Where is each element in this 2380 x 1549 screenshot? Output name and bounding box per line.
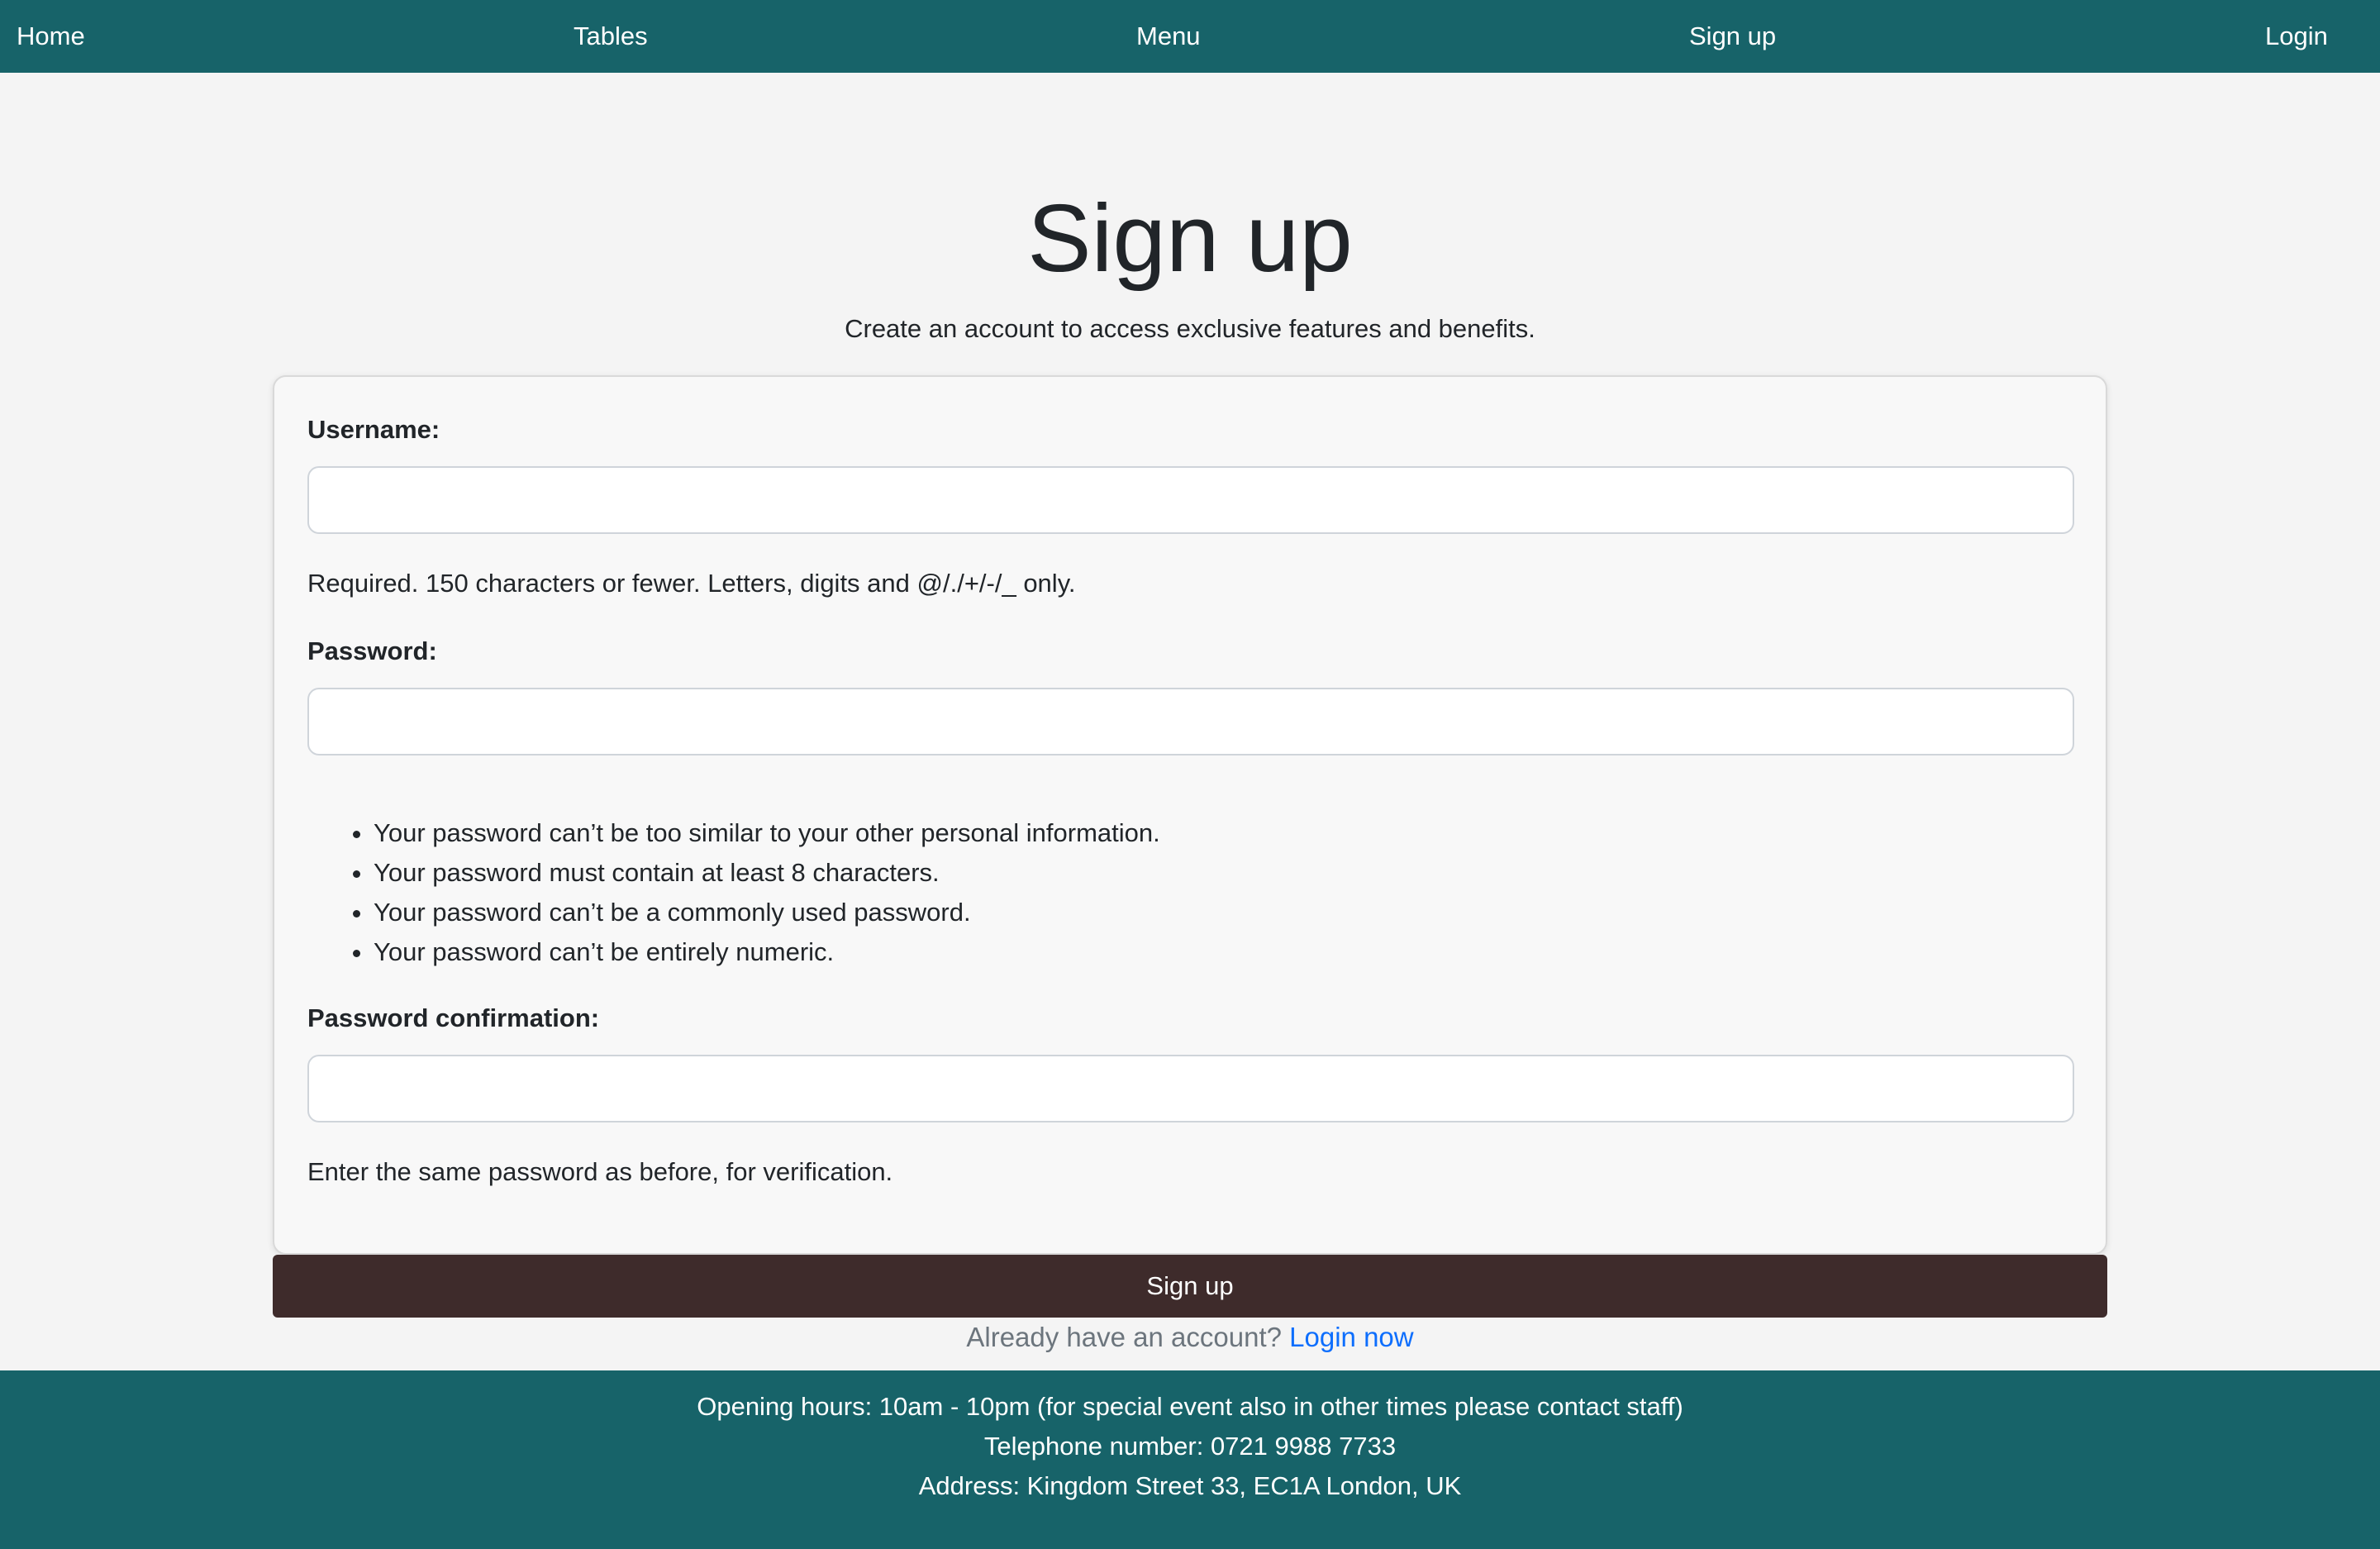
password-confirmation-help-text: Enter the same password as before, for v… — [307, 1157, 893, 1186]
page-title: Sign up — [1027, 184, 1353, 292]
footer-opening-hours: Opening hours: 10am - 10pm (for special … — [697, 1392, 1683, 1421]
footer-telephone: Telephone number: 0721 9988 7733 — [983, 1432, 1397, 1461]
password-rules-list: Your password can’t be too similar to yo… — [307, 813, 1160, 972]
password-rule: Your password can’t be entirely numeric. — [374, 932, 1160, 972]
nav-tables-link[interactable]: Tables — [574, 0, 648, 73]
password-rule: Your password must contain at least 8 ch… — [374, 853, 1160, 893]
login-prompt-text: Already have an account? — [966, 1322, 1282, 1352]
footer-address: Address: Kingdom Street 33, EC1A London,… — [918, 1471, 1462, 1500]
login-now-link[interactable]: Login now — [1289, 1322, 1413, 1352]
page-subtitle: Create an account to access exclusive fe… — [845, 314, 1535, 343]
signup-form: Username: Required. 150 characters or fe… — [273, 375, 2107, 1255]
nav-signup-link[interactable]: Sign up — [1689, 0, 1776, 73]
password-confirmation-input[interactable] — [307, 1055, 2074, 1122]
password-input[interactable] — [307, 688, 2074, 755]
footer: Opening hours: 10am - 10pm (for special … — [0, 1370, 2380, 1549]
password-label: Password: — [307, 636, 437, 665]
password-confirmation-label: Password confirmation: — [307, 1003, 600, 1032]
password-rule: Your password can’t be a commonly used p… — [374, 893, 1160, 932]
username-input[interactable] — [307, 466, 2074, 534]
nav-menu-link[interactable]: Menu — [1136, 0, 1201, 73]
signup-button[interactable]: Sign up — [273, 1255, 2107, 1318]
nav-home-link[interactable]: Home — [17, 0, 85, 73]
password-rule: Your password can’t be too similar to yo… — [374, 813, 1160, 853]
username-label: Username: — [307, 415, 440, 444]
login-prompt: Already have an account? Login now — [0, 1318, 2380, 1357]
username-help-text: Required. 150 characters or fewer. Lette… — [307, 569, 1076, 598]
top-navigation: Home Tables Menu Sign up Login — [0, 0, 2380, 73]
nav-login-link[interactable]: Login — [2265, 0, 2328, 73]
